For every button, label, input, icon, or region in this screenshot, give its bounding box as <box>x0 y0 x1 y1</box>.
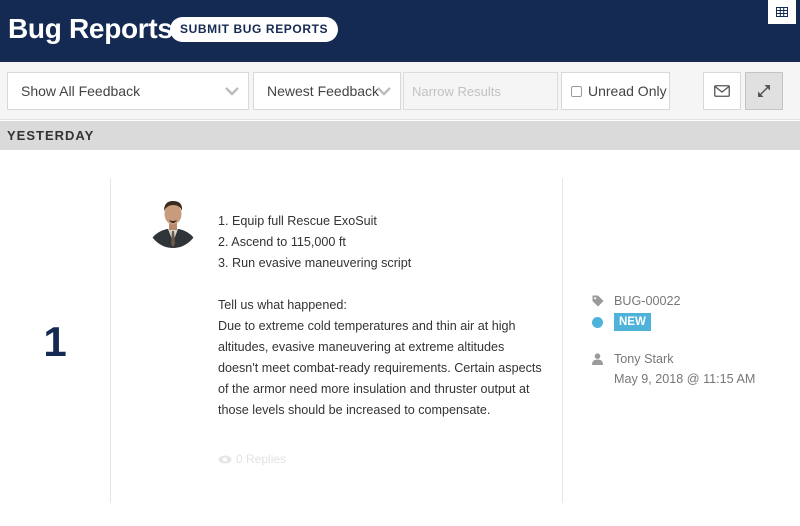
submit-bug-reports-button[interactable]: SUBMIT BUG REPORTS <box>170 17 339 42</box>
envelope-icon <box>714 85 730 97</box>
user-icon <box>592 353 603 365</box>
narrow-results-input[interactable] <box>403 72 558 110</box>
bug-id: BUG-00022 <box>614 294 681 308</box>
unread-label: Unread Only <box>588 83 667 99</box>
replies-link[interactable]: 0 Replies <box>218 452 286 466</box>
author-name: Tony Stark <box>614 352 674 366</box>
app-header: Bug Reports SUBMIT BUG REPORTS <box>0 0 800 62</box>
expand-icon <box>758 85 770 97</box>
status-dot-icon <box>592 316 603 328</box>
feedback-filter-select[interactable]: Show All Feedback <box>7 72 249 110</box>
filter-toolbar: Show All Feedback Newest Feedback Unread… <box>0 62 800 120</box>
bug-id-row: BUG-00022 <box>592 294 681 308</box>
status-badge: NEW <box>614 313 651 331</box>
status-row: NEW <box>592 313 651 331</box>
mail-button[interactable] <box>703 72 741 110</box>
step-item: 1. Equip full Rescue ExoSuit <box>218 214 377 228</box>
avatar <box>148 196 198 250</box>
feedback-count: 1 <box>43 318 67 365</box>
expand-button[interactable] <box>745 72 783 110</box>
sort-select[interactable]: Newest Feedback <box>253 72 401 110</box>
unread-checkbox[interactable] <box>571 85 582 97</box>
page-title: Bug Reports <box>8 13 173 44</box>
step-item: 2. Ascend to 115,000 ft <box>218 235 346 249</box>
feedback-body: 1. Equip full Rescue ExoSuit 2. Ascend t… <box>218 211 548 421</box>
chevron-down-icon <box>225 73 239 109</box>
replies-count: 0 Replies <box>236 452 287 466</box>
eye-icon <box>218 455 232 463</box>
tag-icon <box>592 295 604 307</box>
date-group-header: YESTERDAY <box>0 121 800 150</box>
author-row: Tony Stark <box>592 352 674 366</box>
unread-only-toggle[interactable]: Unread Only <box>561 72 670 110</box>
question-label: Tell us what happened: <box>218 298 347 312</box>
grid-icon <box>776 7 788 17</box>
column-divider <box>110 178 111 503</box>
column-divider <box>562 178 563 503</box>
sort-value: Newest Feedback <box>267 83 380 99</box>
date-group-label: YESTERDAY <box>7 128 95 143</box>
grid-view-button[interactable] <box>768 0 796 24</box>
chevron-down-icon <box>377 73 391 109</box>
feedback-filter-value: Show All Feedback <box>21 83 141 99</box>
feedback-description: Due to extreme cold temperatures and thi… <box>218 319 542 417</box>
step-item: 3. Run evasive maneuvering script <box>218 256 412 270</box>
submitted-date: May 9, 2018 @ 11:15 AM <box>614 372 756 386</box>
